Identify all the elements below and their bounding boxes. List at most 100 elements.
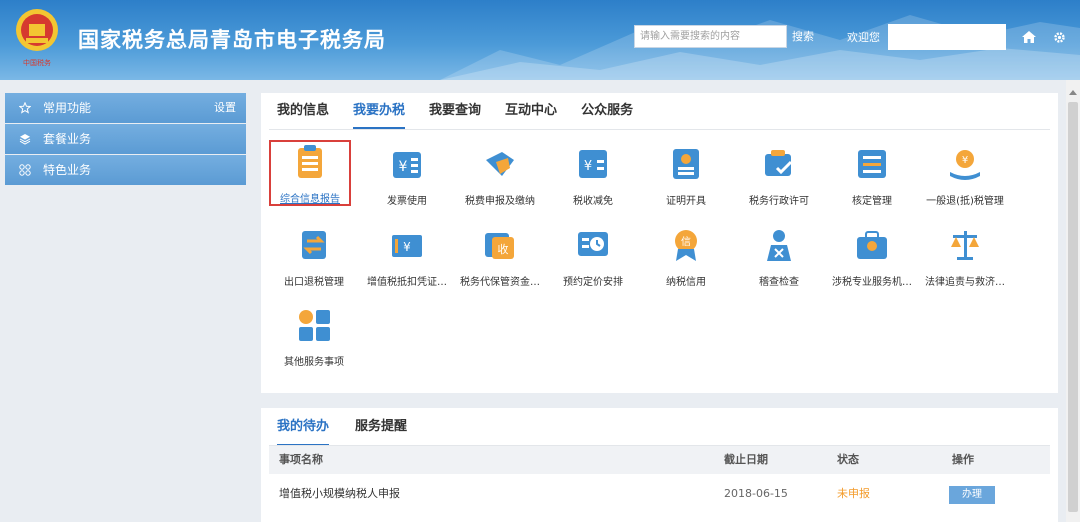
scroll-thumb[interactable] <box>1068 102 1078 512</box>
svg-text:中国税务: 中国税务 <box>23 58 51 67</box>
declaration-icon <box>486 152 514 176</box>
service-label: 核定管理 <box>852 196 892 207</box>
column-header-status: 状态 <box>837 453 859 466</box>
service-panel: 我的信息 我要办税 我要查询 互动中心 公众服务 综合信息报告 ¥ 发票使用 税… <box>261 93 1058 393</box>
inspection-icon <box>767 230 791 261</box>
permit-icon <box>765 150 793 176</box>
todo-deadline: 2018-06-15 <box>724 487 788 500</box>
service-label: 预约定价安排 <box>563 277 623 288</box>
main-tabs: 我的信息 我要办税 我要查询 互动中心 公众服务 <box>277 101 657 129</box>
service-label: 税务行政许可 <box>749 196 809 207</box>
service-label: 纳税信用 <box>666 277 706 288</box>
scroll-up-arrow-icon[interactable] <box>1069 90 1077 95</box>
sidebar-item-common-functions[interactable]: 常用功能 设置 <box>5 93 246 123</box>
todo-item-name: 增值税小规模纳税人申报 <box>279 487 400 500</box>
credit-icon: 信 <box>675 230 697 261</box>
column-header-name: 事项名称 <box>279 453 323 466</box>
svg-text:¥: ¥ <box>403 240 411 254</box>
tab-interaction-center[interactable]: 互动中心 <box>505 101 557 129</box>
column-header-deadline: 截止日期 <box>724 453 768 466</box>
tab-public-service[interactable]: 公众服务 <box>581 101 633 129</box>
sidebar: 常用功能 设置 套餐业务 特色业务 <box>5 93 246 186</box>
refund-icon: ¥ <box>950 150 980 180</box>
layers-icon <box>19 133 31 145</box>
service-assessment[interactable]: 核定管理 <box>825 140 919 210</box>
table-row: 增值税小规模纳税人申报 2018-06-15 未申报 办理 <box>269 480 1050 508</box>
tab-divider <box>269 129 1050 130</box>
sidebar-item-label: 套餐业务 <box>43 132 92 146</box>
service-label: 税务代保管资金… <box>460 277 540 288</box>
service-label: 涉税专业服务机… <box>832 277 912 288</box>
svg-text:信: 信 <box>681 236 691 248</box>
other-services-icon <box>299 310 330 341</box>
site-header: 中国税务 国家税务总局青岛市电子税务局 搜索 欢迎您 <box>0 0 1080 80</box>
svg-text:¥: ¥ <box>584 159 592 174</box>
sidebar-item-package-services[interactable]: 套餐业务 <box>5 124 246 154</box>
report-icon <box>298 145 322 178</box>
service-label: 税收减免 <box>573 196 613 207</box>
assessment-icon <box>858 150 886 178</box>
site-title: 国家税务总局青岛市电子税务局 <box>78 28 386 52</box>
exemption-icon: ¥ <box>579 150 607 178</box>
briefcase-icon <box>857 231 887 259</box>
service-admin-permit[interactable]: 税务行政许可 <box>732 140 826 210</box>
service-tax-declaration[interactable]: 税费申报及缴纳 <box>453 140 547 210</box>
service-label: 发票使用 <box>387 196 427 207</box>
status-badge: 未申报 <box>837 487 870 500</box>
search-button[interactable]: 搜索 <box>792 25 814 48</box>
service-custody-funds[interactable]: 收 税务代保管资金… <box>453 221 547 291</box>
column-header-action: 操作 <box>952 453 974 466</box>
service-label: 证明开具 <box>666 196 706 207</box>
certificate-icon <box>673 149 699 179</box>
service-export-refund[interactable]: 出口退税管理 <box>267 221 361 291</box>
tab-my-todo[interactable]: 我的待办 <box>277 416 330 446</box>
todo-table-header: 事项名称 截止日期 状态 操作 <box>269 446 1050 474</box>
service-other[interactable]: 其他服务事项 <box>267 301 361 371</box>
service-tax-exemption[interactable]: ¥ 税收减免 <box>546 140 640 210</box>
tab-tax-handling[interactable]: 我要办税 <box>353 101 406 129</box>
service-inspection[interactable]: 稽查检查 <box>732 221 826 291</box>
service-tax-refund[interactable]: ¥ 一般退(抵)税管理 <box>918 140 1012 210</box>
service-legal-remedy[interactable]: 法律追责与救济… <box>918 221 1012 291</box>
service-label: 增值税抵扣凭证… <box>367 277 447 288</box>
todo-tabs: 我的待办 服务提醒 <box>277 416 433 446</box>
sidebar-item-label: 特色业务 <box>43 163 92 177</box>
handle-button[interactable]: 办理 <box>949 486 995 504</box>
service-vat-deduction[interactable]: ¥ 增值税抵扣凭证… <box>360 221 454 291</box>
svg-text:¥: ¥ <box>399 159 408 175</box>
tab-service-reminder[interactable]: 服务提醒 <box>355 416 407 446</box>
service-professional-agency[interactable]: 涉税专业服务机… <box>825 221 919 291</box>
service-tax-credit[interactable]: 信 纳税信用 <box>639 221 733 291</box>
service-pricing-arrangement[interactable]: 预约定价安排 <box>546 221 640 291</box>
svg-text:收: 收 <box>498 242 509 256</box>
tax-emblem-logo: 中国税务 <box>16 9 58 67</box>
invoice-icon: ¥ <box>393 152 421 178</box>
export-icon <box>302 231 326 259</box>
service-label: 其他服务事项 <box>284 357 344 368</box>
sidebar-item-featured-services[interactable]: 特色业务 <box>5 155 246 185</box>
page-scrollbar[interactable] <box>1066 80 1080 522</box>
service-certificate[interactable]: 证明开具 <box>639 140 733 210</box>
tab-query[interactable]: 我要查询 <box>429 101 481 129</box>
service-label: 法律追责与救济… <box>925 277 1005 288</box>
star-icon <box>19 102 31 114</box>
user-name-redacted <box>888 24 1006 50</box>
grid-icon <box>19 164 31 176</box>
welcome-text: 欢迎您 <box>847 31 880 44</box>
scales-icon <box>951 231 979 260</box>
pricing-icon <box>578 232 608 256</box>
todo-panel: 我的待办 服务提醒 事项名称 截止日期 状态 操作 增值税小规模纳税人申报 20… <box>261 408 1058 522</box>
gear-icon[interactable] <box>1053 31 1066 44</box>
sidebar-item-label: 常用功能 <box>43 101 92 115</box>
service-label: 综合信息报告 <box>280 194 340 205</box>
service-label: 一般退(抵)税管理 <box>926 196 1004 207</box>
tab-my-info[interactable]: 我的信息 <box>277 101 329 129</box>
vat-icon: ¥ <box>392 235 422 257</box>
search-input[interactable] <box>634 25 787 48</box>
service-comprehensive-report[interactable]: 综合信息报告 <box>269 140 351 206</box>
sidebar-settings-link[interactable]: 设置 <box>214 93 236 123</box>
service-invoice-use[interactable]: ¥ 发票使用 <box>360 140 454 210</box>
home-icon[interactable] <box>1022 31 1036 43</box>
service-label: 稽查检查 <box>759 277 799 288</box>
svg-text:¥: ¥ <box>962 155 968 166</box>
